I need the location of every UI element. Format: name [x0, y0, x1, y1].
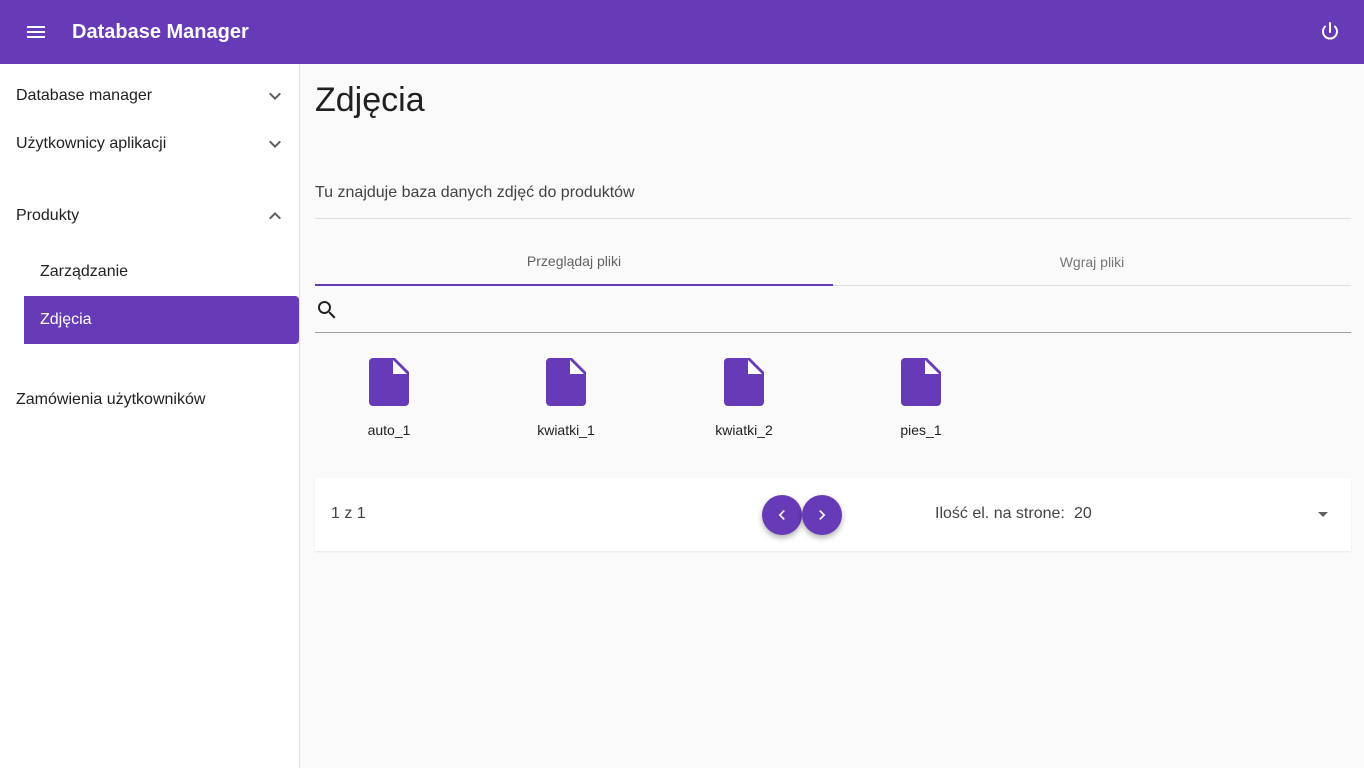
file-item-kwiatki-1[interactable]: kwiatki_1	[506, 358, 626, 448]
power-icon[interactable]	[1314, 16, 1346, 48]
app-title: Database Manager	[72, 21, 249, 43]
tabs: Przeglądaj pliki Wgraj pliki	[315, 238, 1351, 286]
page-info: 1 z 1	[331, 505, 366, 522]
search-icon	[318, 301, 336, 319]
file-icon	[901, 358, 941, 406]
sidebar: Database manager Użytkownicy aplikacji P…	[0, 64, 300, 768]
app-bar: Database Manager	[0, 0, 1364, 64]
chevron-left-icon	[778, 510, 785, 520]
sidebar-item-database-manager[interactable]: Database manager	[0, 72, 299, 120]
sidebar-item-products[interactable]: Produkty	[0, 192, 299, 240]
file-item-kwiatki-2[interactable]: kwiatki_2	[684, 358, 804, 448]
file-item-auto-1[interactable]: auto_1	[329, 358, 449, 448]
next-page-button[interactable]	[802, 495, 842, 535]
sidebar-item-label: Użytkownicy aplikacji	[16, 135, 167, 152]
chevron-down-icon	[269, 140, 281, 148]
per-page-value: 20	[1074, 505, 1092, 522]
sidebar-item-app-users[interactable]: Użytkownicy aplikacji	[0, 120, 299, 168]
dropdown-arrow-icon	[1318, 512, 1328, 517]
chevron-down-icon	[269, 92, 281, 100]
page-title: Zdjęcia	[315, 81, 425, 119]
file-icon	[724, 358, 764, 406]
sidebar-item-label: Zamówienia użytkowników	[16, 391, 206, 408]
per-page-select[interactable]: 20	[1067, 496, 1339, 532]
page-description: Tu znajduje baza danych zdjęć do produkt…	[315, 184, 635, 201]
divider	[315, 218, 1351, 219]
sidebar-subitem-management[interactable]: Zarządzanie	[24, 248, 299, 296]
tab-upload-files[interactable]: Wgraj pliki	[833, 238, 1351, 286]
menu-icon[interactable]	[20, 16, 52, 48]
sidebar-item-user-orders[interactable]: Zamówienia użytkowników	[0, 376, 299, 424]
file-icon	[369, 358, 409, 406]
search-bar	[315, 292, 1351, 333]
file-name: kwiatki_2	[715, 422, 773, 438]
tab-browse-files[interactable]: Przeglądaj pliki	[315, 238, 833, 286]
sidebar-item-label: Zarządzanie	[40, 263, 129, 280]
sidebar-subitem-photos[interactable]: Zdjęcia	[24, 296, 299, 344]
file-name: pies_1	[900, 422, 942, 438]
sidebar-item-label: Database manager	[16, 87, 153, 104]
per-page-label: Ilość el. na strone:	[935, 505, 1065, 522]
file-item-pies-1[interactable]: pies_1	[861, 358, 981, 448]
file-name: auto_1	[367, 422, 411, 438]
search-input[interactable]	[347, 296, 1337, 326]
sidebar-item-label: Produkty	[16, 207, 80, 224]
chevron-right-icon	[819, 510, 826, 520]
prev-page-button[interactable]	[762, 495, 802, 535]
file-icon	[546, 358, 586, 406]
pagination-bar: 1 z 1 Ilość el. na strone: 20	[315, 478, 1351, 551]
file-name: kwiatki_1	[537, 422, 595, 438]
main-content: Zdjęcia Tu znajduje baza danych zdjęć do…	[300, 64, 1364, 768]
chevron-up-icon	[269, 212, 281, 220]
sidebar-item-label: Zdjęcia	[40, 311, 92, 328]
